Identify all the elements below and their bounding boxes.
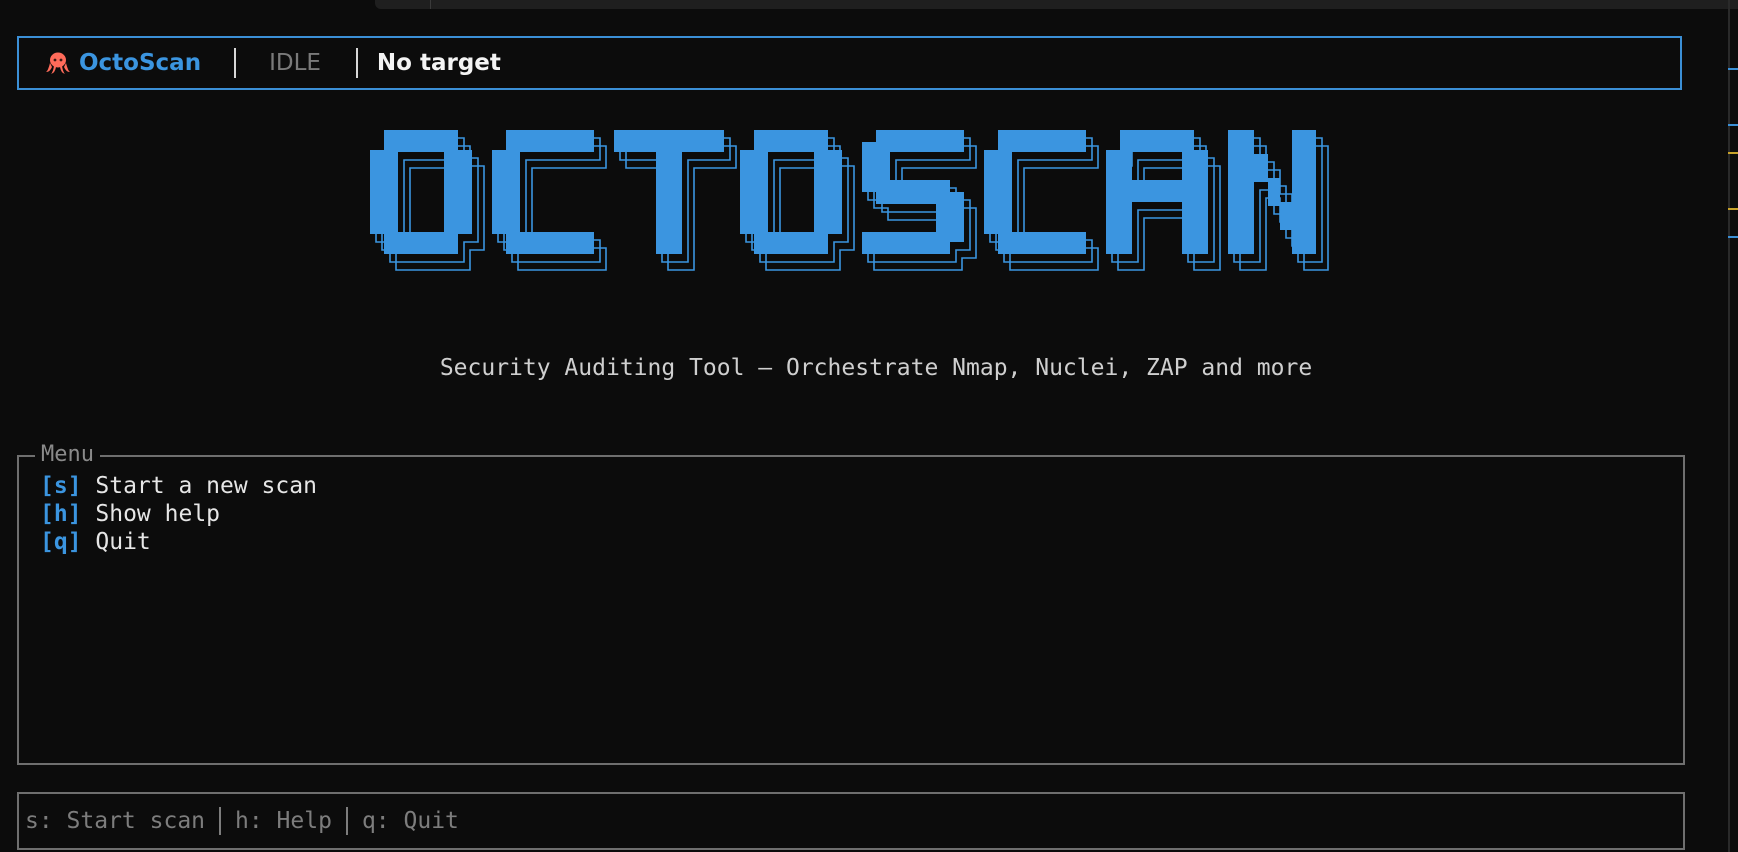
menu-key: [q]: [40, 529, 82, 555]
subtitle-text: Security Auditing Tool – Orchestrate Nma…: [439, 355, 1313, 381]
menu-item-label: Quit: [81, 529, 151, 555]
scroll-marker: [1728, 152, 1738, 154]
menu-title: Menu: [35, 443, 100, 467]
menu-item-label: Start a new scan: [81, 473, 317, 499]
window-top-strip: [0, 0, 1738, 10]
footer-keybar: s: Start scan h: Help q: Quit: [17, 792, 1685, 850]
menu-list: [s] Start a new scan [h] Show help [q] Q…: [40, 472, 317, 556]
scan-state: IDLE: [269, 50, 321, 76]
footer-separator: [219, 807, 222, 835]
footer-hint-quit: q: Quit: [361, 808, 459, 834]
scroll-marker: [1728, 236, 1738, 238]
target-label: No target: [376, 50, 501, 76]
menu-key: [s]: [40, 473, 82, 499]
menu-key: [h]: [40, 501, 82, 527]
scroll-marker: [1728, 124, 1738, 126]
menu-item-label: Show help: [81, 501, 221, 527]
subtitle: Security Auditing Tool – Orchestrate Nma…: [0, 355, 1738, 381]
status-separator: [355, 48, 358, 78]
footer-hint-start-scan: s: Start scan: [25, 808, 206, 834]
app-name: OctoScan: [79, 50, 202, 76]
scroll-marker: [1728, 208, 1738, 210]
menu-item-help[interactable]: [h] Show help: [40, 500, 317, 528]
tab-separator: [430, 0, 431, 9]
octopus-icon: [46, 52, 70, 74]
status-bar: OctoScan IDLE No target: [17, 36, 1682, 90]
menu-item-quit[interactable]: [q] Quit: [40, 528, 317, 556]
status-separator: [234, 48, 237, 78]
tab-bar-edge: [375, 0, 1738, 9]
scroll-marker: [1728, 68, 1738, 70]
menu-panel: Menu [s] Start a new scan [h] Show help …: [17, 443, 1685, 765]
menu-item-start-scan[interactable]: [s] Start a new scan: [40, 472, 317, 500]
footer-hint-help: h: Help: [235, 808, 332, 834]
footer-separator: [345, 807, 348, 835]
scrollbar-edge[interactable]: [1728, 0, 1738, 852]
octoscan-logo: [370, 130, 1329, 271]
